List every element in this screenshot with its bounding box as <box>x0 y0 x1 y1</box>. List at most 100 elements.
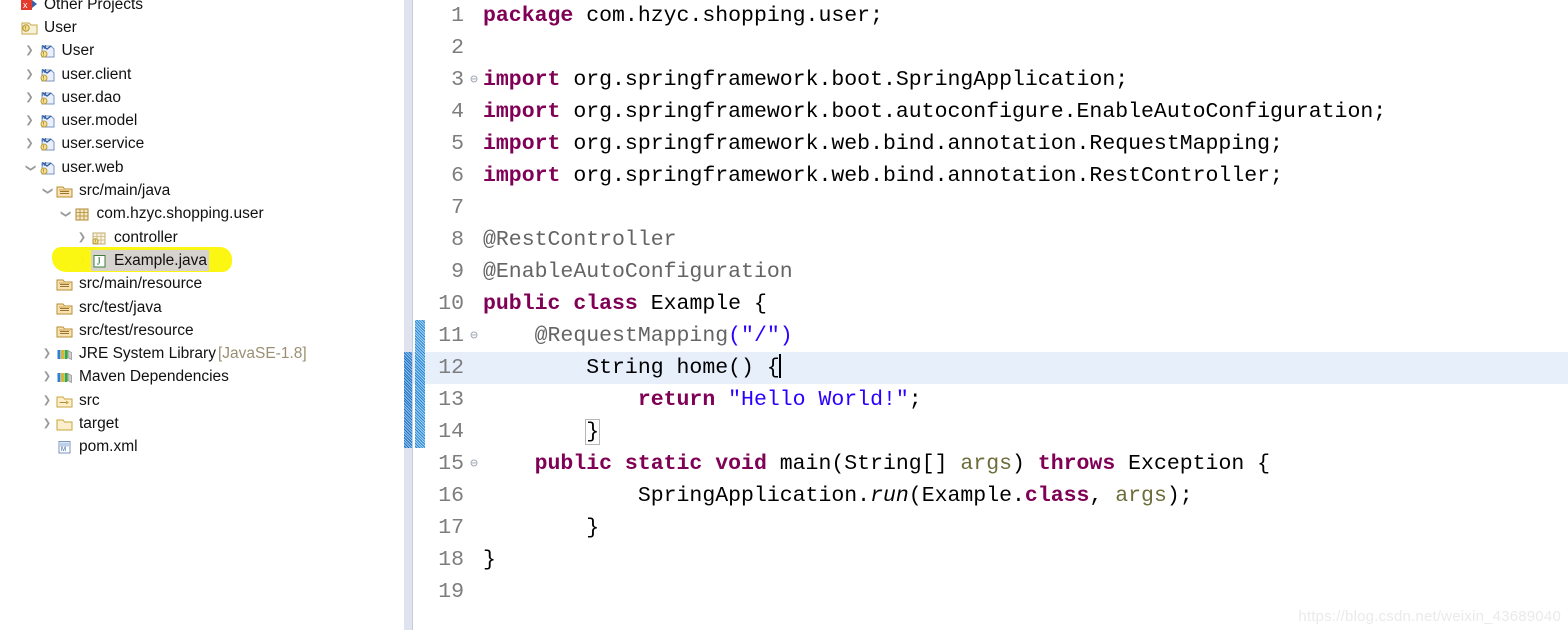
chevron-down-icon[interactable]: ❯ <box>60 206 71 222</box>
fold-collapse-icon[interactable]: ⊖ <box>467 320 481 352</box>
tree-item-src-main-java[interactable]: ❯ src/main/java <box>0 179 404 202</box>
line-number: 19 <box>438 580 464 604</box>
tree-item-maven-dependencies[interactable]: ❯ Maven Dependencies <box>0 366 404 389</box>
fold-collapse-icon[interactable]: ⊖ <box>467 64 481 96</box>
code-text: import org.springframework.web.bind.anno… <box>481 160 1568 192</box>
tree-item-controller[interactable]: ❯! controller <box>0 226 404 249</box>
tree-item-user-model[interactable]: ❯ M! user.model <box>0 109 404 132</box>
tree-item-src-main-resource[interactable]: ❯src/main/resource <box>0 273 404 296</box>
token-ann: @EnableAutoConfiguration <box>483 260 793 284</box>
code-line[interactable]: 6 import org.springframework.web.bind.ann… <box>413 160 1568 192</box>
chevron-down-icon[interactable]: ❯ <box>25 160 36 176</box>
code-line[interactable]: 10 public class Example { <box>413 288 1568 320</box>
code-line[interactable]: 5 import org.springframework.web.bind.ann… <box>413 128 1568 160</box>
chevron-right-icon[interactable]: ❯ <box>22 116 38 126</box>
chevron-right-icon[interactable]: ❯ <box>39 418 55 429</box>
tree-item-label: User <box>61 42 95 60</box>
fold-collapse-icon[interactable]: ⊖ <box>467 448 481 480</box>
folder-special-icon <box>55 392 75 410</box>
tree-item-sublabel: [JavaSE-1.8] <box>217 345 307 363</box>
code-line[interactable]: 7 <box>413 192 1568 224</box>
token-pln: } <box>483 548 496 572</box>
project-tree[interactable]: ❯xOther Projects❯!User❯M!User❯M!user.cli… <box>0 0 404 459</box>
token-pln: , <box>1089 484 1116 508</box>
code-line[interactable]: 13 return "Hello World!"; <box>413 384 1568 416</box>
line-number: 18 <box>438 548 464 572</box>
token-bracebox: } <box>585 419 601 445</box>
tree-item-pom-xml[interactable]: ❯Mpom.xml <box>0 436 404 459</box>
code-line[interactable]: 14 } <box>413 416 1568 448</box>
tree-item-label: Other Projects <box>44 0 144 13</box>
explorer-scrollbar[interactable] <box>395 0 404 630</box>
code-editor[interactable]: 1 package com.hzyc.shopping.user; 2 3 ⊖ impor… <box>413 0 1568 630</box>
tree-item-label: user.web <box>61 158 124 176</box>
tree-item-other-projects[interactable]: ❯xOther Projects <box>0 0 404 16</box>
code-line[interactable]: 15 ⊖ public static void main(String[] arg… <box>413 448 1568 480</box>
tree-item-jre-system-library[interactable]: ❯ JRE System Library [JavaSE-1.8] <box>0 342 404 365</box>
tree-item-example-java[interactable]: ❯JExample.java <box>0 247 404 273</box>
code-text: String home() { <box>481 352 1568 384</box>
code-line[interactable]: 9 @EnableAutoConfiguration <box>413 256 1568 288</box>
code-line[interactable]: 8 @RestController <box>413 224 1568 256</box>
token-pln: org.springframework.web.bind.annotation.… <box>573 164 1283 188</box>
token-kw: import <box>483 100 574 124</box>
code-line[interactable]: 1 package com.hzyc.shopping.user; <box>413 0 1568 32</box>
chevron-right-icon[interactable]: ❯ <box>22 69 38 80</box>
code-line[interactable]: 16 SpringApplication.run(Example.class, … <box>413 480 1568 512</box>
chevron-right-icon[interactable]: ❯ <box>22 92 38 103</box>
line-number: 15 <box>438 452 464 476</box>
tree-item-user-web[interactable]: ❯ M! user.web <box>0 156 404 179</box>
chevron-right-icon[interactable]: ❯ <box>39 349 55 359</box>
token-kw: import <box>483 68 574 92</box>
editor-lines[interactable]: 1 package com.hzyc.shopping.user; 2 3 ⊖ impor… <box>413 0 1568 608</box>
chevron-right-icon[interactable]: ❯ <box>39 372 55 382</box>
token-ann: @RequestMapping <box>483 324 729 348</box>
tree-item-user-dao[interactable]: ❯ M! user.dao <box>0 86 404 109</box>
tree-item-user[interactable]: ❯!User <box>0 16 404 39</box>
token-pln: (Example. <box>908 484 1025 508</box>
token-annp: ) <box>779 324 793 348</box>
token-kw: throws <box>1037 452 1129 476</box>
code-text: } <box>481 544 1568 576</box>
tree-item-label: src/test/java <box>79 298 162 316</box>
token-prm: args <box>1115 484 1167 508</box>
tree-item-target[interactable]: ❯ target <box>0 412 404 435</box>
maven-module-icon: M! <box>38 66 58 84</box>
token-prm: args <box>960 452 1012 476</box>
svg-text:M: M <box>42 69 47 75</box>
code-line[interactable]: 17 } <box>413 512 1568 544</box>
token-pln: org.springframework.web.bind.annotation.… <box>573 132 1283 156</box>
tree-item-src-test-resource[interactable]: ❯src/test/resource <box>0 319 404 342</box>
panel-divider-scrollbar[interactable] <box>404 0 413 630</box>
code-text: import org.springframework.web.bind.anno… <box>481 128 1568 160</box>
chevron-right-icon[interactable]: ❯ <box>74 232 90 243</box>
tree-item-src[interactable]: ❯ src <box>0 389 404 412</box>
tree-item-user-client[interactable]: ❯ M! user.client <box>0 63 404 86</box>
line-number: 9 <box>451 260 464 284</box>
code-line[interactable]: 3 ⊖ import org.springframework.boot.Spring… <box>413 64 1568 96</box>
library-icon <box>55 368 75 386</box>
tree-item-user-service[interactable]: ❯ M! user.service <box>0 133 404 156</box>
code-line[interactable]: 2 <box>413 32 1568 64</box>
chevron-right-icon[interactable]: ❯ <box>22 46 38 56</box>
tree-item-label: user.service <box>61 135 145 153</box>
maven-module-icon: M! <box>38 42 58 60</box>
code-line[interactable]: 4 import org.springframework.boot.autocon… <box>413 96 1568 128</box>
code-text: } <box>481 416 1568 448</box>
token-pln: main(String[] <box>779 452 961 476</box>
tree-item-src-test-java[interactable]: ❯src/test/java <box>0 296 404 319</box>
line-number: 5 <box>451 132 464 156</box>
line-number: 10 <box>438 292 464 316</box>
svg-text:x: x <box>23 0 28 10</box>
code-line[interactable]: 19 <box>413 576 1568 608</box>
code-line[interactable]: 18} <box>413 544 1568 576</box>
svg-text:M: M <box>42 115 47 121</box>
code-line[interactable]: 12 String home() { <box>413 352 1568 384</box>
package-explorer-panel[interactable]: ❯xOther Projects❯!User❯M!User❯M!user.cli… <box>0 0 404 630</box>
chevron-right-icon[interactable]: ❯ <box>39 395 55 406</box>
tree-item-com-hzyc-shopping-user[interactable]: ❯ com.hzyc.shopping.user <box>0 203 404 226</box>
tree-item-user[interactable]: ❯ M! User <box>0 40 404 63</box>
code-line[interactable]: 11 ⊖ @RequestMapping("/") <box>413 320 1568 352</box>
chevron-right-icon[interactable]: ❯ <box>22 139 38 149</box>
chevron-down-icon[interactable]: ❯ <box>42 183 53 199</box>
